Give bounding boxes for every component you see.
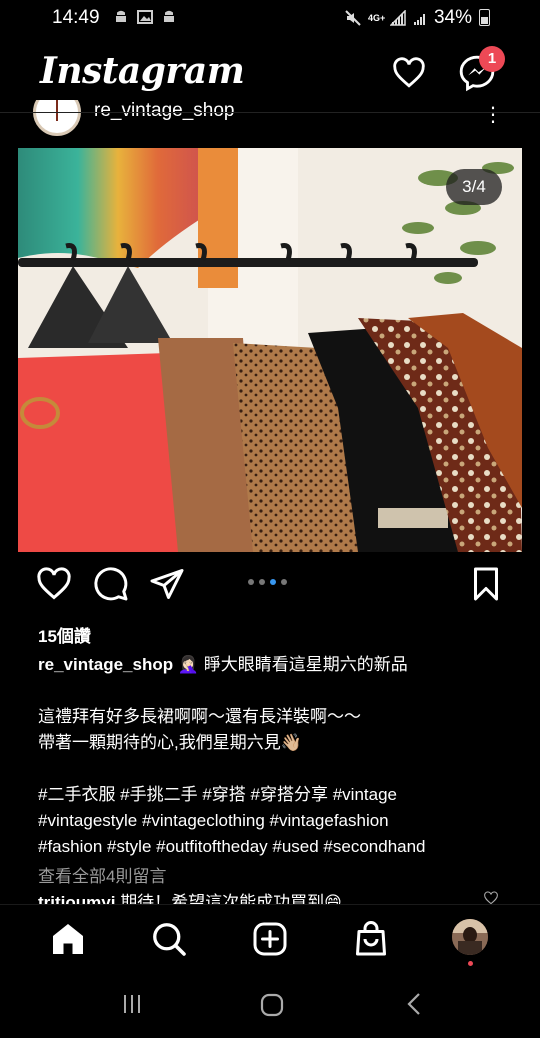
battery-percent: 34% [433, 7, 472, 28]
caption-line: 帶著一顆期待的心,我們星期六見👋🏼 [38, 733, 302, 752]
carousel-dot [270, 579, 276, 585]
comment-username[interactable]: tritioumyi [38, 893, 115, 904]
notification-icons [113, 9, 177, 25]
comment-like-icon[interactable] [481, 891, 501, 905]
caption-line: 這禮拜有好多長裙啊啊～還有長洋裝啊～～ [38, 707, 361, 726]
system-navigation-bar [0, 974, 540, 1038]
post-actions [0, 566, 540, 606]
create-post-icon[interactable] [252, 921, 288, 957]
signal-icon [389, 10, 406, 26]
network-type: 4G+ [367, 12, 386, 23]
android-icon [164, 10, 174, 22]
recent-apps-icon[interactable] [120, 992, 144, 1016]
home-icon[interactable] [50, 921, 86, 957]
battery-icon [479, 9, 490, 26]
caption-hashtags[interactable]: #vintagestyle #vintageclothing #vintagef… [38, 808, 508, 834]
post-caption: re_vintage_shop 🤦🏻‍♀️ 睜大眼睛看這星期六的新品 這禮拜有好… [38, 652, 508, 860]
profile-notification-dot [468, 961, 473, 966]
instagram-logo[interactable]: Instagram [40, 50, 245, 92]
caption-first-line: 🤦🏻‍♀️ 睜大眼睛看這星期六的新品 [177, 655, 408, 674]
comment-preview: tritioumyi 期待！希望這次能成功買到😄 [38, 888, 508, 904]
profile-avatar[interactable] [452, 919, 488, 955]
carousel-indicator [248, 579, 287, 585]
share-send-icon[interactable] [149, 566, 185, 602]
caption-hashtags[interactable]: #fashion #style #outfitoftheday #used #s… [38, 834, 508, 860]
bottom-tab-bar [0, 904, 540, 975]
status-time: 14:49 [52, 7, 100, 28]
clothing-rack-photo [18, 148, 522, 552]
messages-badge: 1 [479, 46, 505, 72]
carousel-dot [281, 579, 287, 585]
bookmark-icon[interactable] [468, 566, 504, 602]
home-button-icon[interactable] [259, 992, 285, 1018]
activity-heart-icon[interactable] [392, 56, 426, 90]
image-counter: 3/4 [446, 169, 502, 205]
signal-icon [413, 14, 425, 25]
view-all-comments-link[interactable]: 查看全部4則留言 [38, 862, 166, 887]
mute-icon [345, 10, 361, 26]
image-icon [137, 10, 153, 24]
like-heart-icon[interactable] [36, 566, 72, 602]
system-icons: 4G+ 34% [344, 7, 490, 29]
carousel-dot [259, 579, 265, 585]
back-icon[interactable] [404, 992, 426, 1016]
post-username[interactable]: re_vintage_shop [94, 100, 235, 122]
carousel-dot [248, 579, 254, 585]
like-count[interactable]: 15個讚 [38, 622, 91, 647]
avatar-image [452, 919, 488, 955]
comment-text: 期待！希望這次能成功買到😄 [120, 893, 342, 904]
post-image[interactable] [18, 148, 522, 552]
post-header: re_vintage_shop ⋮ [0, 100, 540, 138]
android-icon [116, 10, 126, 22]
divider [0, 112, 540, 113]
caption-username[interactable]: re_vintage_shop [38, 655, 173, 674]
more-options-icon[interactable]: ⋮ [483, 102, 503, 127]
comment-icon[interactable] [93, 566, 129, 602]
shop-bag-icon[interactable] [353, 921, 389, 957]
search-icon[interactable] [151, 921, 187, 957]
status-bar: 14:49 4G+ 34% [0, 0, 540, 36]
post-avatar[interactable] [33, 100, 81, 136]
caption-hashtags[interactable]: #二手衣服 #手挑二手 #穿搭 #穿搭分享 #vintage [38, 782, 508, 808]
